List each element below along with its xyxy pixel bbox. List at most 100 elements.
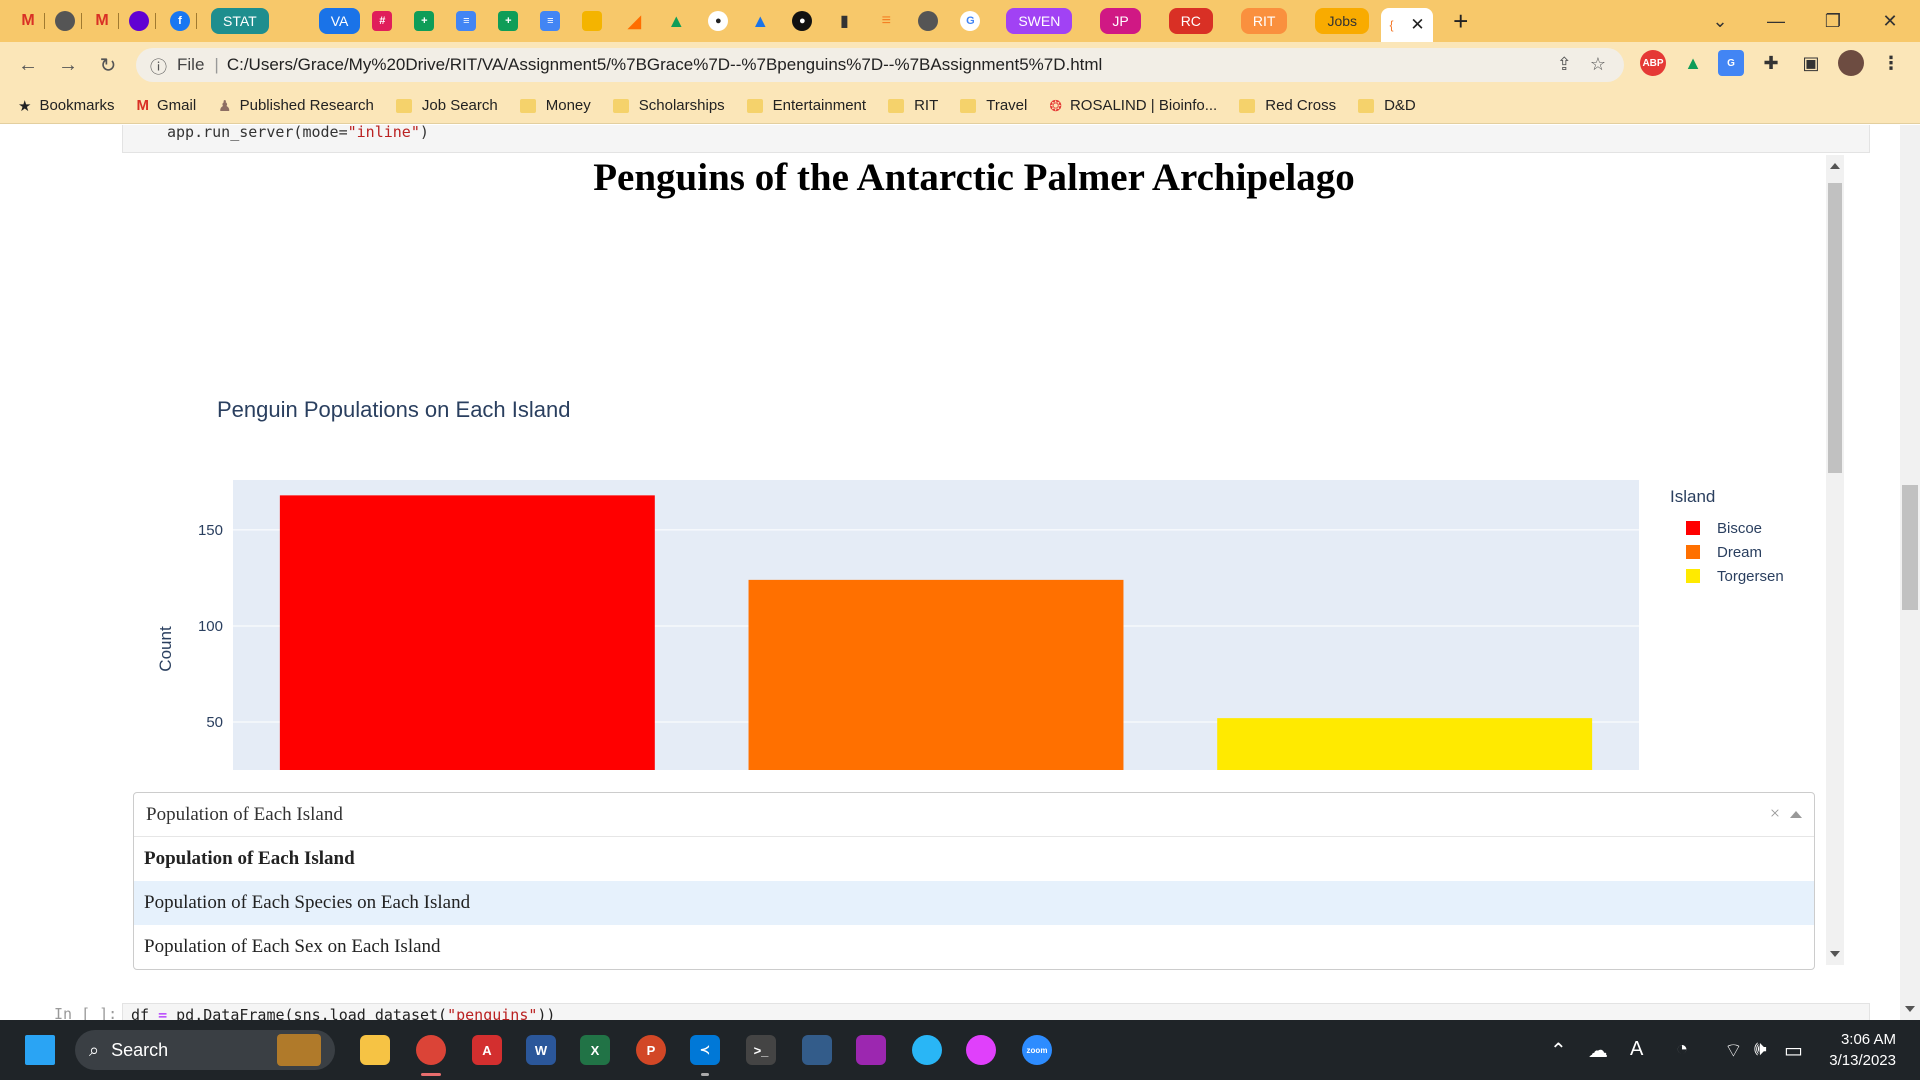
battery-icon[interactable]: ▭ — [1784, 1038, 1803, 1063]
excel-icon[interactable]: X — [580, 1035, 610, 1065]
menu-icon[interactable]: ⋮ — [1878, 50, 1904, 76]
tab-group-jobs[interactable]: Jobs — [1315, 8, 1370, 34]
browser-tab[interactable]: ▲ — [750, 6, 770, 36]
output-scrollbar[interactable] — [1826, 155, 1844, 965]
share-icon[interactable]: ⇪ — [1557, 54, 1572, 75]
tab-group-jp[interactable]: JP — [1100, 8, 1141, 34]
close-tab-icon[interactable]: ✕ — [1410, 15, 1424, 35]
bookmark-item[interactable]: Scholarships — [612, 97, 725, 114]
browser-tab[interactable]: ● — [708, 6, 729, 36]
browser-tab[interactable]: ▮ — [834, 6, 854, 36]
drive-extension-icon[interactable]: ▲ — [1680, 50, 1706, 76]
bookmark-item[interactable]: ❂ ROSALIND | Bioinfo... — [1049, 97, 1217, 115]
scroll-down-icon[interactable] — [1905, 1006, 1915, 1012]
browser-tab[interactable]: ≡ — [540, 6, 561, 36]
browser-tab[interactable]: ≡ — [456, 6, 477, 36]
browser-tab[interactable]: ● — [792, 6, 813, 36]
chevron-up-icon[interactable] — [1790, 811, 1802, 818]
browser-tab[interactable] — [918, 6, 939, 36]
info-icon[interactable]: ⓘ — [150, 53, 167, 78]
extensions-puzzle-icon[interactable]: ✚ — [1758, 50, 1784, 76]
bookmark-star-icon[interactable]: ☆ — [1590, 54, 1606, 75]
input-language-icon[interactable]: A — [1630, 1038, 1643, 1061]
photos-icon[interactable] — [802, 1035, 832, 1065]
reload-icon[interactable]: ↻ — [88, 53, 128, 78]
file-explorer-icon[interactable] — [360, 1035, 390, 1065]
chrome-icon[interactable] — [416, 1035, 446, 1065]
browser-tab[interactable]: M — [92, 6, 119, 36]
taskbar-search[interactable]: ⌕ Search — [75, 1030, 335, 1070]
code-cell-bottom[interactable]: In [ ]: df = pd.DataFrame(sns.load_datas… — [0, 1003, 1870, 1020]
close-window-button[interactable]: ✕ — [1870, 0, 1910, 42]
browser-tab[interactable]: # — [372, 6, 393, 36]
zoom-icon[interactable]: zoom — [1022, 1035, 1052, 1065]
browser-tab[interactable] — [129, 6, 156, 36]
word-icon[interactable]: W — [526, 1035, 556, 1065]
powerpoint-icon[interactable]: P — [636, 1035, 666, 1065]
browser-tab[interactable]: + — [414, 6, 435, 36]
tab-group-va[interactable]: VA — [318, 8, 361, 34]
url-text[interactable]: C:/Users/Grace/My%20Drive/RIT/VA/Assignm… — [227, 55, 1103, 75]
clock-app-icon[interactable]: ◔ — [1676, 1038, 1688, 1061]
wifi-icon[interactable]: ⌔ — [1724, 1038, 1743, 1063]
volume-icon[interactable]: 🕪 — [1754, 1038, 1767, 1061]
bookmark-item[interactable]: D&D — [1358, 97, 1416, 114]
page-scrollbar[interactable] — [1900, 125, 1920, 1020]
scrollbar-thumb[interactable] — [1902, 485, 1918, 610]
translate-extension-icon[interactable]: G — [1718, 50, 1744, 76]
browser-tab[interactable]: ≡ — [876, 6, 896, 36]
snipping-tool-icon[interactable] — [856, 1035, 886, 1065]
bookmark-item[interactable]: Entertainment — [746, 97, 866, 114]
paint-icon[interactable] — [912, 1035, 942, 1065]
bookmark-item[interactable]: RIT — [888, 97, 938, 114]
browser-tab[interactable] — [55, 6, 82, 36]
windows-start-icon[interactable] — [25, 1035, 55, 1065]
side-panel-icon[interactable]: ▣ — [1798, 50, 1824, 76]
active-tab[interactable]: { ✕ — [1381, 8, 1434, 42]
dropdown-control[interactable]: Population of Each Island × — [134, 793, 1814, 837]
dropdown-option[interactable]: Population of Each Island — [134, 837, 1814, 881]
terminal-icon[interactable]: >_ — [746, 1035, 776, 1065]
adblock-extension-icon[interactable]: ABP — [1640, 50, 1666, 76]
bookmark-item[interactable]: ♟ Published Research — [218, 97, 374, 115]
vscode-icon[interactable]: ≺ — [690, 1035, 720, 1065]
new-tab-button[interactable]: + — [1453, 6, 1468, 37]
droplet-app-icon[interactable] — [966, 1035, 996, 1065]
tab-group-rc[interactable]: RC — [1168, 8, 1213, 34]
bookmark-item[interactable]: ★ Bookmarks — [18, 97, 114, 115]
tab-search-icon[interactable]: ⌄ — [1700, 0, 1740, 42]
browser-tab[interactable]: f — [170, 6, 197, 36]
browser-tab[interactable]: + — [498, 6, 519, 36]
tab-group-rit[interactable]: RIT — [1240, 8, 1288, 34]
onedrive-icon[interactable]: ☁ — [1588, 1038, 1608, 1063]
browser-tab[interactable]: ▲ — [666, 6, 686, 36]
scrollbar-thumb[interactable] — [1828, 183, 1842, 473]
back-icon[interactable]: ← — [8, 54, 48, 77]
dropdown-option[interactable]: Population of Each Sex on Each Island — [134, 925, 1814, 969]
bookmark-item[interactable]: Travel — [960, 97, 1027, 114]
chevron-up-icon[interactable]: ⌃ — [1550, 1038, 1567, 1063]
dropdown-option[interactable]: Population of Each Species on Each Islan… — [134, 881, 1814, 925]
profile-avatar[interactable] — [1838, 50, 1864, 76]
tab-group-swen[interactable]: SWEN — [1006, 8, 1073, 34]
acrobat-icon[interactable]: A — [472, 1035, 502, 1065]
bookmark-item[interactable]: M Gmail — [136, 97, 196, 114]
bookmark-item[interactable]: Red Cross — [1239, 97, 1336, 114]
forward-icon[interactable]: → — [48, 54, 88, 77]
browser-tab[interactable]: ◢ — [624, 6, 644, 36]
browser-tab[interactable] — [582, 6, 603, 36]
chart-selector-dropdown[interactable]: Population of Each Island × Population o… — [133, 792, 1815, 970]
browser-tab[interactable]: G — [960, 6, 981, 36]
restore-button[interactable]: ❐ — [1813, 0, 1853, 42]
address-bar[interactable]: ⓘ File | C:/Users/Grace/My%20Drive/RIT/V… — [136, 48, 1624, 82]
tab-group-stat[interactable]: STAT — [211, 8, 269, 34]
bookmark-item[interactable]: Money — [519, 97, 591, 114]
taskbar-clock[interactable]: 3:06 AM 3/13/2023 — [1829, 1029, 1896, 1071]
bookmark-item[interactable]: Job Search — [395, 97, 498, 114]
browser-tab[interactable]: M — [18, 6, 45, 36]
clear-icon[interactable]: × — [1770, 803, 1780, 824]
scroll-down-icon[interactable] — [1830, 951, 1840, 957]
scroll-up-icon[interactable] — [1830, 163, 1840, 169]
code-input[interactable]: df = pd.DataFrame(sns.load_dataset("peng… — [122, 1003, 1870, 1020]
code-cell-top[interactable]: app.run_server(mode="inline") — [122, 125, 1870, 153]
